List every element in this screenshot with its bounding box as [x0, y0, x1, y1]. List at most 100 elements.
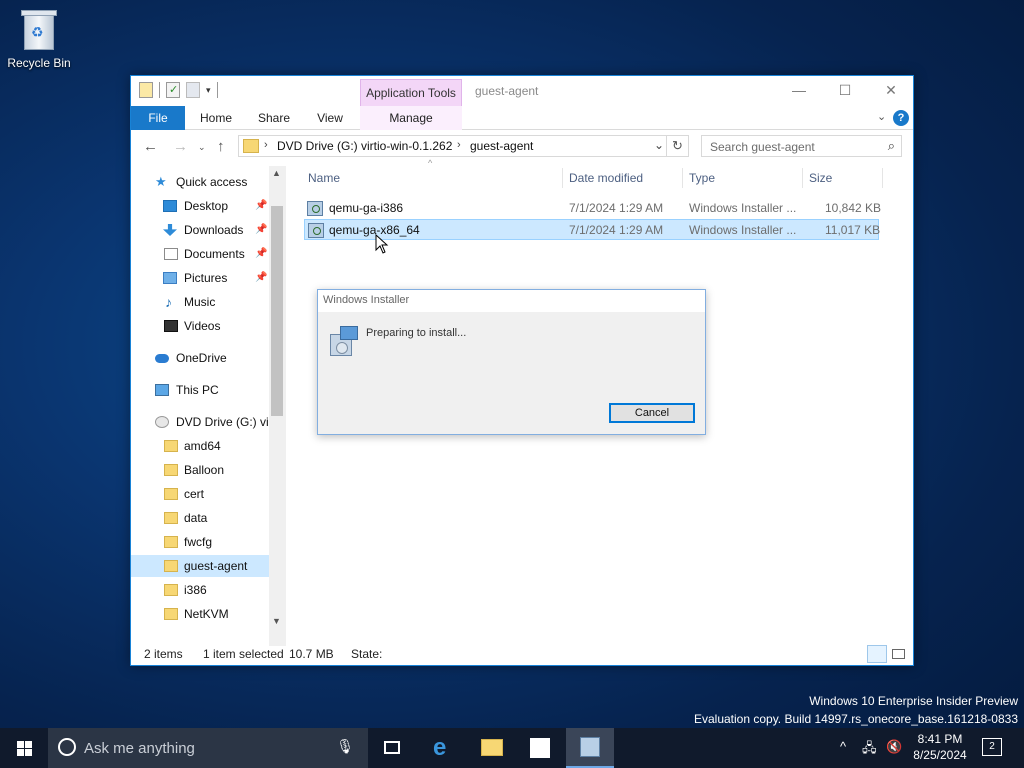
status-selected: 1 item selected [203, 647, 284, 661]
nav-item-fwcfg[interactable]: fwcfg [131, 531, 269, 553]
pin-icon: 📌 [255, 272, 268, 283]
start-button[interactable] [0, 728, 48, 768]
nav-item-documents[interactable]: Documents 📌 [131, 243, 269, 265]
large-icons-view-icon[interactable] [889, 645, 909, 663]
nav-item-onedrive[interactable]: OneDrive [131, 347, 269, 369]
maximize-button[interactable]: ☐ [822, 76, 868, 106]
nav-item-dvd-drive[interactable]: DVD Drive (G:) virt [131, 411, 269, 433]
back-arrow-icon[interactable]: ← [143, 138, 158, 155]
windows-installer-icon [307, 201, 323, 216]
customize-toolbar-chevron-icon[interactable]: ▾ [206, 85, 211, 96]
expand-ribbon-chevron-icon[interactable]: ⌄ [877, 110, 886, 123]
column-header-name[interactable]: Name [308, 166, 340, 190]
tab-share[interactable]: Share [249, 106, 299, 130]
tab-file[interactable]: File [131, 106, 185, 130]
scroll-up-arrow-icon[interactable]: ▲ [272, 168, 281, 178]
chevron-right-icon[interactable]: › [264, 139, 268, 151]
search-icon: ⌕ [887, 138, 895, 153]
nav-item-music[interactable]: ♪ Music [131, 291, 269, 313]
nav-item-label: guest-agent [184, 559, 248, 573]
nav-item-balloon[interactable]: Balloon [131, 459, 269, 481]
up-arrow-icon[interactable]: ↑ [217, 138, 225, 155]
nav-item-label: This PC [176, 383, 219, 397]
folder-icon [164, 584, 178, 596]
new-folder-icon[interactable] [186, 82, 200, 98]
clock[interactable]: 8:41 PM 8/25/2024 [900, 731, 980, 763]
address-bar[interactable]: › DVD Drive (G:) virtio-win-0.1.262 › gu… [238, 135, 689, 157]
help-icon[interactable]: ? [893, 110, 909, 126]
cancel-button[interactable]: Cancel [609, 403, 695, 423]
show-hidden-icons-chevron-icon[interactable]: ^ [840, 739, 846, 754]
column-header-date-modified[interactable]: Date modified [569, 166, 643, 190]
address-dropdown-chevron-icon[interactable]: ⌄ [654, 138, 664, 152]
nav-item-label: NetKVM [184, 607, 229, 621]
cortana-icon [58, 738, 76, 756]
column-separator[interactable] [682, 168, 683, 188]
scroll-down-arrow-icon[interactable]: ▼ [272, 616, 281, 626]
chevron-right-icon[interactable]: › [457, 139, 461, 151]
edge-button[interactable]: e [420, 728, 468, 768]
nav-item-netkvm[interactable]: NetKVM [131, 603, 269, 625]
windows-installer-taskbar-button[interactable] [566, 728, 614, 768]
store-button[interactable] [516, 728, 564, 768]
nav-item-guest-agent[interactable]: guest-agent [131, 555, 269, 577]
nav-item-pictures[interactable]: Pictures 📌 [131, 267, 269, 289]
search-box[interactable]: Search guest-agent ⌕ [701, 135, 902, 157]
tab-view[interactable]: View [306, 106, 354, 130]
folder-icon [164, 440, 178, 452]
column-separator[interactable] [882, 168, 883, 188]
file-explorer-button[interactable] [468, 728, 516, 768]
nav-item-amd64[interactable]: amd64 [131, 435, 269, 457]
close-button[interactable]: ✕ [868, 76, 914, 106]
desktop-folder-icon [163, 200, 177, 212]
recycle-bin-shortcut[interactable]: ♻ Recycle Bin [6, 8, 72, 70]
folder-icon [164, 488, 178, 500]
breadcrumb-dvd-drive[interactable]: DVD Drive (G:) virtio-win-0.1.262 [277, 139, 452, 153]
title-bar: ▾ Application Tools guest-agent — ☐ ✕ [131, 76, 913, 106]
column-header-type[interactable]: Type [689, 166, 715, 190]
navigation-scrollbar[interactable]: ▲ ▼ [269, 166, 286, 646]
pin-icon: 📌 [255, 224, 268, 235]
downloads-icon [163, 224, 177, 236]
application-tools-context-tab[interactable]: Application Tools [360, 79, 462, 106]
nav-item-i386[interactable]: i386 [131, 579, 269, 601]
folder-icon [243, 139, 259, 153]
recycle-bin-label: Recycle Bin [7, 56, 71, 70]
nav-item-videos[interactable]: Videos [131, 315, 269, 337]
nav-item-this-pc[interactable]: This PC [131, 379, 269, 401]
recent-locations-chevron-icon[interactable]: ⌄ [198, 142, 206, 153]
cortana-search-box[interactable]: Ask me anything 🎙 [48, 728, 368, 768]
column-separator[interactable] [562, 168, 563, 188]
refresh-icon[interactable]: ↻ [666, 136, 688, 156]
tab-manage[interactable]: Manage [360, 106, 462, 130]
properties-icon[interactable] [166, 82, 180, 98]
nav-item-label: fwcfg [184, 535, 213, 549]
breadcrumb-guest-agent[interactable]: guest-agent [470, 139, 533, 153]
file-row[interactable]: qemu-ga-i386 7/1/2024 1:29 AM Windows In… [304, 198, 881, 219]
windows-installer-icon [308, 223, 324, 238]
column-separator[interactable] [802, 168, 803, 188]
column-header-size[interactable]: Size [809, 166, 832, 190]
quick-access-star-icon: ★ [155, 174, 167, 189]
minimize-button[interactable]: — [776, 76, 822, 106]
tab-home[interactable]: Home [191, 106, 241, 130]
file-row-selected[interactable]: qemu-ga-x86_64 7/1/2024 1:29 AM Windows … [304, 219, 880, 240]
navigation-pane: ★ Quick access Desktop 📌 Downloads 📌 Doc… [131, 166, 286, 646]
action-center-icon[interactable]: 2 [982, 738, 1002, 756]
nav-item-cert[interactable]: cert [131, 483, 269, 505]
microphone-icon[interactable]: 🎙 [336, 738, 354, 755]
nav-item-data[interactable]: data [131, 507, 269, 529]
nav-item-downloads[interactable]: Downloads 📌 [131, 219, 269, 241]
nav-item-quick-access[interactable]: ★ Quick access [131, 171, 269, 193]
nav-item-label: Videos [184, 319, 221, 333]
watermark-edition: Windows 10 Enterprise Insider Preview [809, 694, 1018, 708]
nav-item-desktop[interactable]: Desktop 📌 [131, 195, 269, 217]
details-view-icon[interactable] [867, 645, 887, 663]
forward-arrow-icon[interactable]: → [173, 138, 188, 155]
network-icon[interactable]: 🖧 [862, 739, 877, 761]
nav-item-label: OneDrive [176, 351, 227, 365]
taskbar: Ask me anything 🎙 e ^ 🖧 🔇 8:41 PM 8/25/2… [0, 728, 1024, 768]
scrollbar-thumb[interactable] [271, 206, 283, 416]
task-view-button[interactable] [368, 728, 416, 768]
nav-item-label: i386 [184, 583, 207, 597]
